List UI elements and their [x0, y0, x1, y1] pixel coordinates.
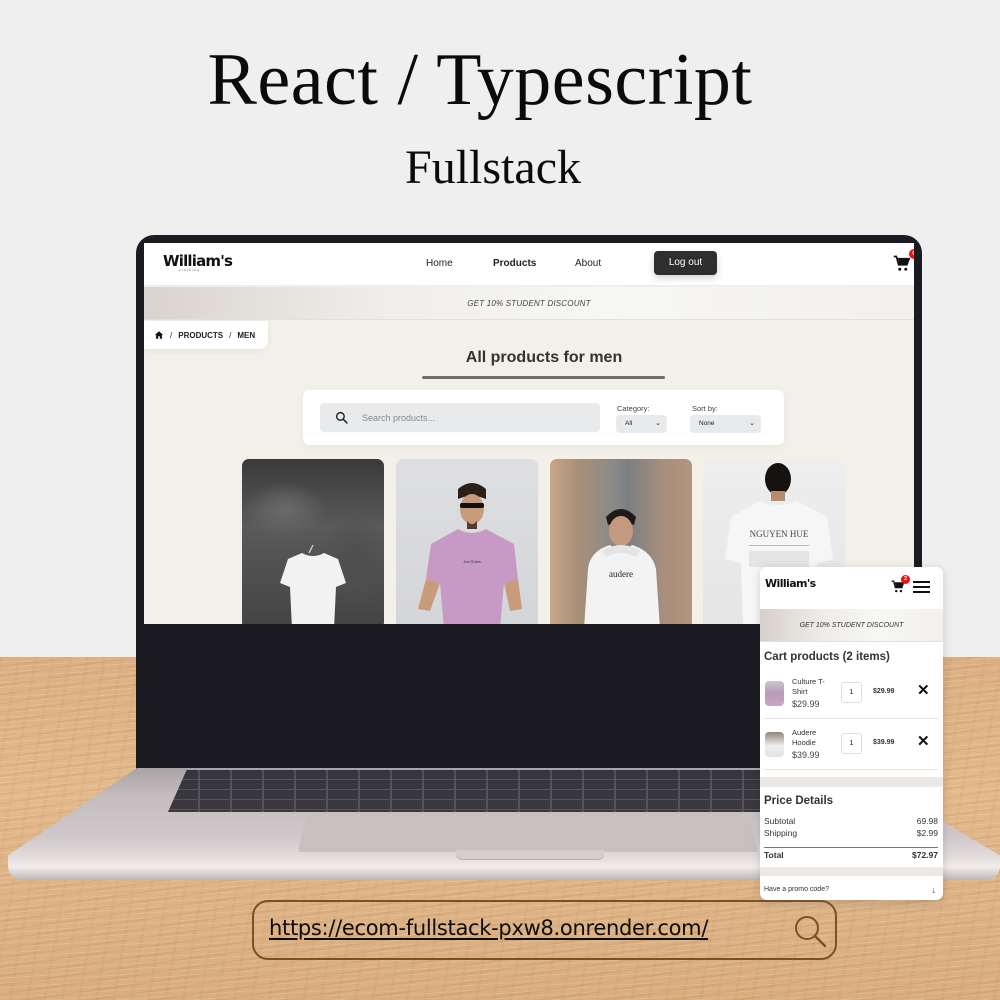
- cart-item-thumbnail: [765, 732, 784, 757]
- page-title: All products for men: [465, 349, 623, 366]
- shipping-value: $2.99: [916, 828, 938, 838]
- mobile-header: William's 2: [760, 567, 943, 609]
- poster-title: React / Typescript: [207, 39, 753, 121]
- product-image-white-hoodie: audere: [584, 509, 660, 624]
- total-label: Total: [764, 850, 784, 860]
- sort-select[interactable]: None ⌄: [690, 415, 761, 433]
- search-icon: [335, 411, 348, 424]
- product-card[interactable]: [242, 459, 384, 624]
- mobile-brand-logo[interactable]: William's: [765, 577, 816, 590]
- sort-label: Sort by:: [692, 404, 718, 413]
- subtotal-value: 69.98: [916, 816, 938, 826]
- promo-code-toggle[interactable]: Have a promo code? ↓: [764, 885, 938, 895]
- search-input[interactable]: [362, 409, 587, 426]
- product-card[interactable]: Jos Roies: [396, 459, 538, 624]
- svg-text:NGUYEN HUE: NGUYEN HUE: [750, 529, 809, 539]
- cart-item-quantity-input[interactable]: 1: [841, 682, 862, 703]
- search-box: [320, 403, 600, 432]
- mobile-cart-button[interactable]: 2: [891, 575, 910, 594]
- hamburger-menu-icon[interactable]: [913, 581, 930, 593]
- chevron-down-icon: ⌄: [655, 420, 661, 427]
- cart-button[interactable]: 0: [893, 249, 914, 275]
- promo-banner: GET 10% STUDENT DISCOUNT: [144, 287, 914, 320]
- poster-subtitle: Fullstack: [405, 141, 581, 194]
- section-divider: [760, 777, 943, 787]
- arrow-down-icon: ↓: [931, 885, 937, 895]
- price-details-title: Price Details: [764, 795, 834, 807]
- subtotal-row: Subtotal 69.98: [764, 816, 938, 826]
- home-icon[interactable]: [154, 330, 164, 340]
- cart-item-unit-price: $39.99: [792, 750, 820, 760]
- cart-item-quantity-input[interactable]: 1: [841, 733, 862, 754]
- cart-item-line-total: $39.99: [873, 739, 895, 746]
- product-image-white-tshirt: [280, 544, 346, 624]
- laptop-keyboard-rows: [168, 770, 788, 812]
- category-select[interactable]: All ⌄: [616, 415, 667, 433]
- cart-count-badge: 0: [909, 249, 914, 259]
- mobile-cart-count-badge: 2: [901, 575, 910, 584]
- category-label: Category:: [617, 404, 650, 413]
- svg-text:audere: audere: [609, 569, 633, 579]
- total-row: Total $72.97: [764, 850, 938, 860]
- cart-item-unit-price: $29.99: [792, 699, 820, 709]
- total-divider: [764, 847, 938, 848]
- breadcrumb-men: MEN: [237, 330, 256, 340]
- url-search-bar: https://ecom-fullstack-pxw8.onrender.com…: [252, 900, 837, 960]
- product-card[interactable]: audere: [550, 459, 692, 624]
- shipping-row: Shipping $2.99: [764, 828, 938, 838]
- remove-item-close-icon[interactable]: ✕: [917, 734, 930, 749]
- nav-link-home[interactable]: Home: [426, 258, 453, 269]
- svg-text:Jos Roies: Jos Roies: [463, 559, 481, 564]
- cart-item-thumbnail: [765, 681, 784, 706]
- site-url-link[interactable]: https://ecom-fullstack-pxw8.onrender.com…: [269, 916, 708, 940]
- breadcrumb-separator: /: [229, 330, 232, 340]
- sort-select-value: None: [699, 420, 715, 427]
- shipping-label: Shipping: [764, 828, 798, 838]
- nav-link-products[interactable]: Products: [493, 258, 536, 269]
- cart-item-name[interactable]: Culture T-Shirt: [792, 677, 836, 697]
- filter-panel: Category: All ⌄ Sort by: None ⌄: [303, 390, 784, 445]
- total-value: $72.97: [912, 850, 938, 860]
- cart-item: Culture T-Shirt $29.99 1 $29.99 ✕: [764, 669, 938, 719]
- brand-tagline: clothing: [179, 268, 201, 272]
- breadcrumb: / PRODUCTS / MEN: [144, 321, 268, 349]
- laptop-trackpad: [298, 812, 758, 852]
- chevron-down-icon: ⌄: [749, 420, 755, 427]
- remove-item-close-icon[interactable]: ✕: [917, 683, 930, 698]
- cart-item-name[interactable]: Audere Hoodie: [792, 728, 836, 748]
- cart-item-line-total: $29.99: [873, 688, 895, 695]
- breadcrumb-products[interactable]: PRODUCTS: [178, 331, 223, 340]
- laptop-notch: [456, 850, 604, 860]
- promo-code-label: Have a promo code?: [764, 886, 829, 893]
- title-underline: [422, 376, 665, 379]
- logout-button[interactable]: Log out: [654, 251, 717, 275]
- cart-icon: [893, 255, 911, 271]
- mobile-cart-mockup: William's 2 GET 10% STUDENT DISCOUNT Car…: [760, 567, 943, 900]
- section-divider: [760, 867, 943, 876]
- cart-item: Audere Hoodie $39.99 1 $39.99 ✕: [764, 720, 938, 770]
- category-select-value: All: [625, 420, 633, 427]
- cart-title: Cart products (2 items): [764, 651, 890, 663]
- breadcrumb-separator: /: [170, 330, 173, 340]
- search-icon: [795, 916, 827, 948]
- site-navbar: William's clothing Home Products About L…: [144, 243, 914, 286]
- product-image-pink-tshirt: Jos Roies: [418, 483, 522, 624]
- subtotal-label: Subtotal: [764, 816, 796, 826]
- nav-link-about[interactable]: About: [575, 258, 601, 269]
- mobile-promo-banner: GET 10% STUDENT DISCOUNT: [760, 609, 943, 642]
